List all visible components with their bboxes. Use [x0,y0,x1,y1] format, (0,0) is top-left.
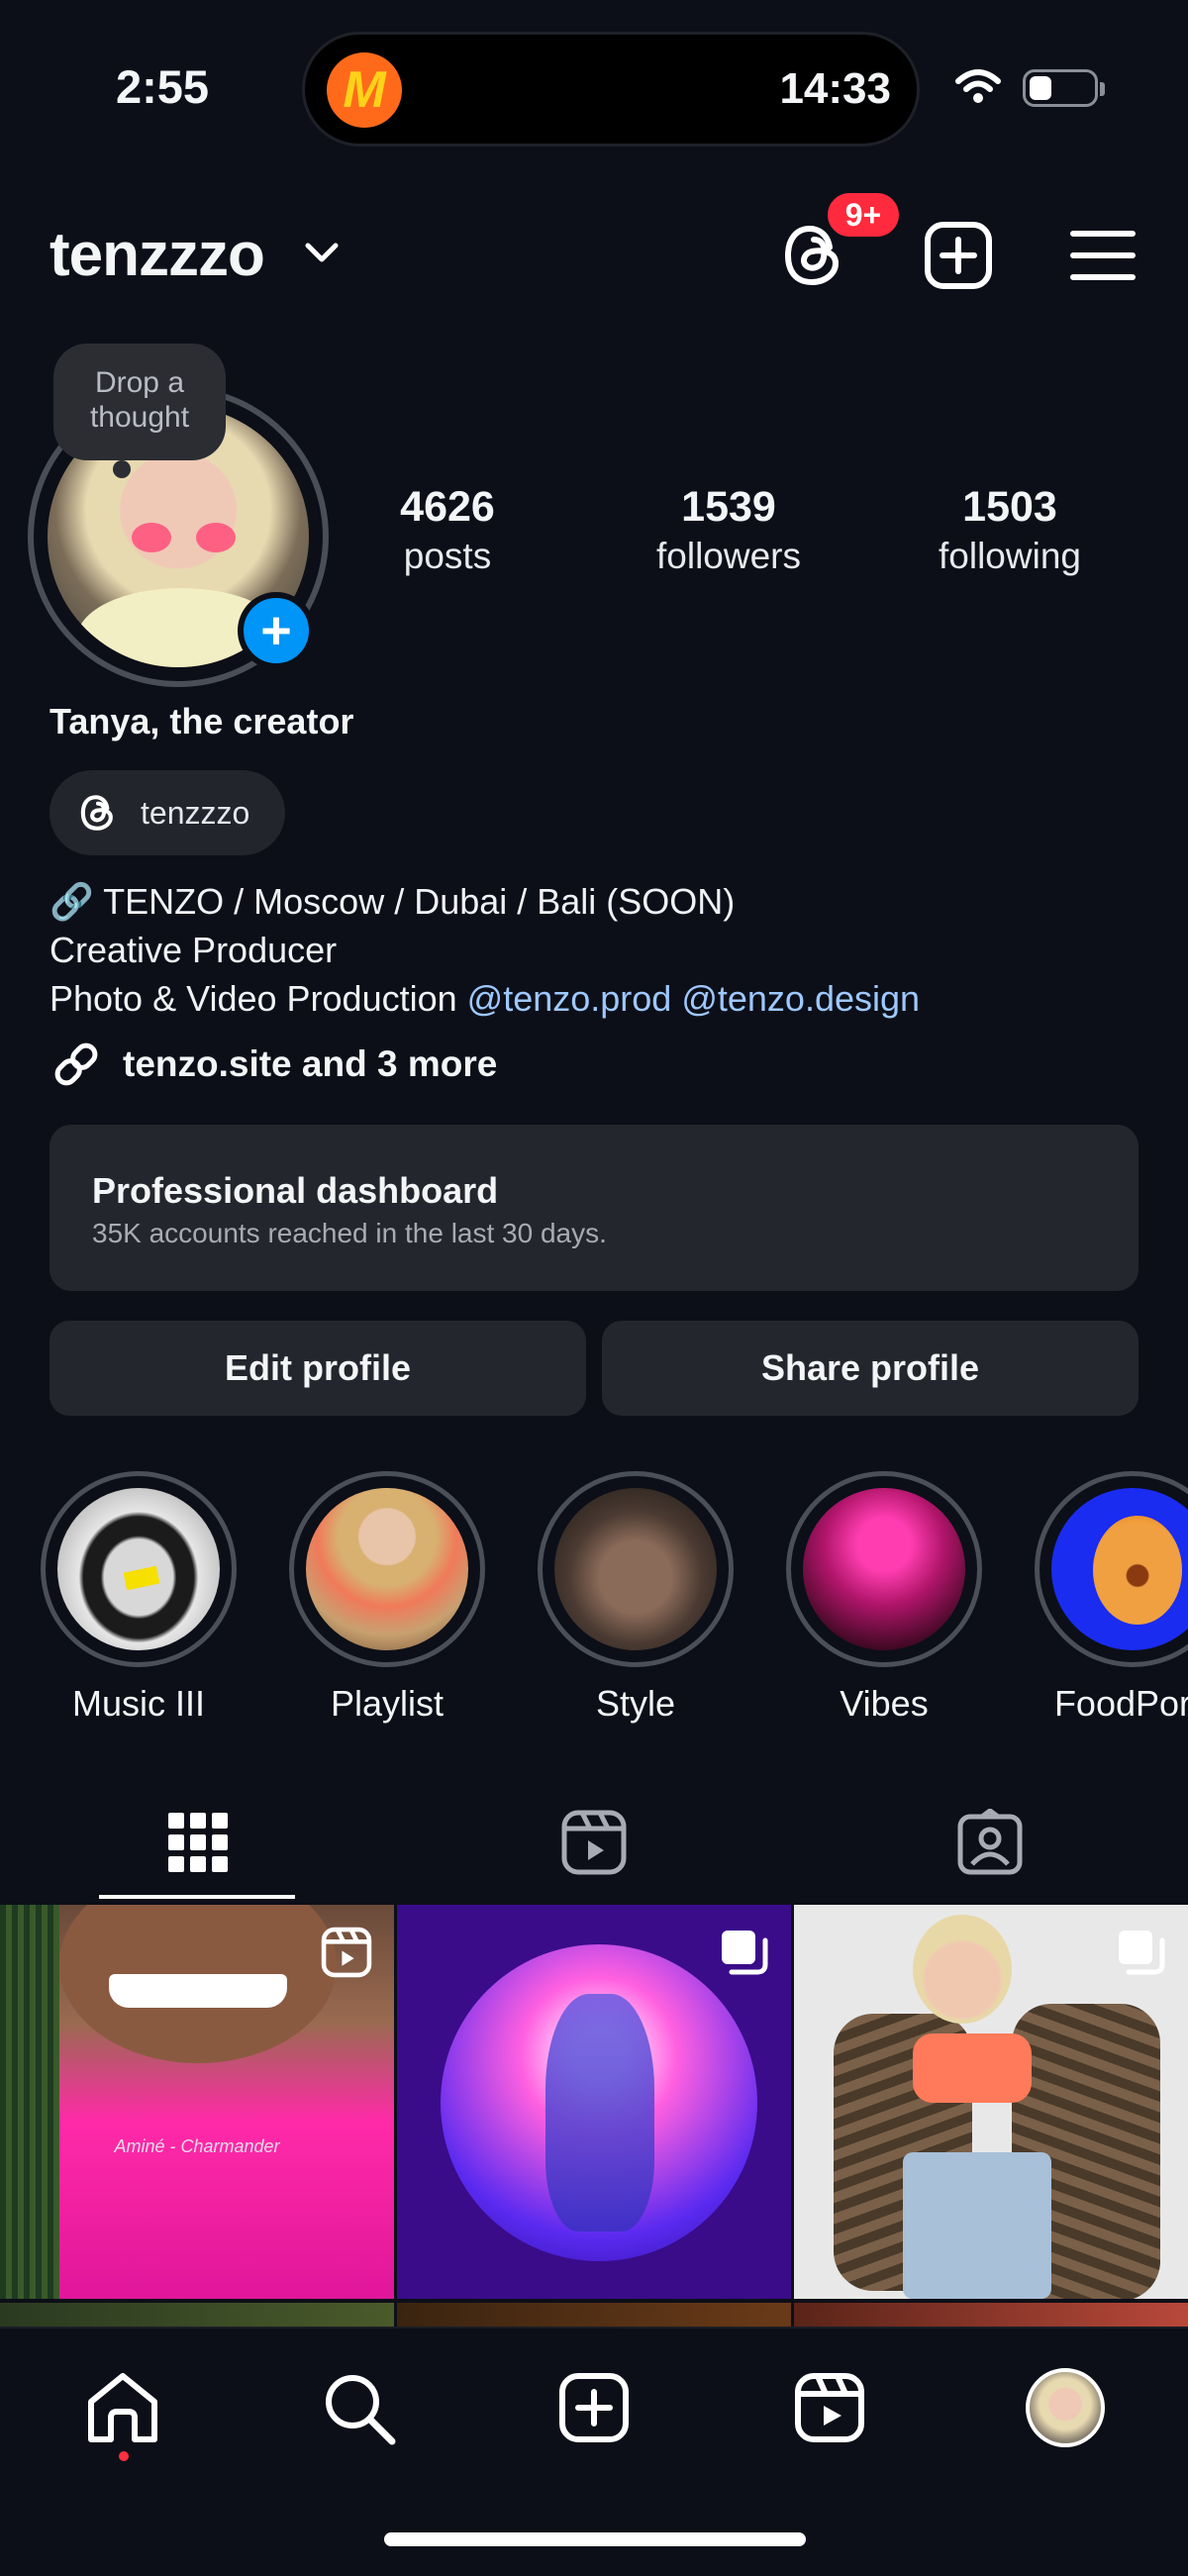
bio: 🔗 TENZO / Moscow / Dubai / Bali (SOON) C… [50,877,920,1023]
activity-dot [119,2451,129,2461]
tab-grid[interactable] [0,1782,396,1903]
carousel-icon [1119,1931,1165,1975]
following-stat[interactable]: 1503 following [911,483,1109,577]
post-tile[interactable] [0,2303,394,2327]
dynamic-island[interactable]: M 14:33 [302,32,920,147]
highlight-foodporn[interactable]: FoodPorn [1035,1471,1188,1725]
bio-line: Creative Producer [50,930,338,970]
dashboard-subtitle: 35K accounts reached in the last 30 days… [92,1218,607,1248]
share-profile-button[interactable]: Share profile [602,1321,1138,1416]
note-bubble[interactable]: Drop a thought [53,344,226,478]
create-icon[interactable] [554,2368,634,2447]
followers-label: followers [656,536,801,576]
grid-icon [168,1813,228,1872]
following-count: 1503 [962,483,1057,531]
island-timer: 14:33 [779,64,891,113]
external-links[interactable]: tenzo.site and 3 more [50,1038,497,1091]
carousel-icon [722,1931,768,1975]
home-icon[interactable] [83,2368,162,2447]
create-icon[interactable] [923,220,994,291]
active-tab-indicator [99,1895,295,1899]
tab-tagged[interactable] [792,1782,1188,1903]
reels-icon [321,1927,372,1978]
username-switcher[interactable]: tenzzzo [50,220,265,290]
highlight-style[interactable]: Style [538,1471,734,1725]
wifi-icon [955,69,1001,103]
posts-stat[interactable]: 4626 posts [358,483,537,577]
highlight-label: Music III [71,1683,205,1724]
posts-label: posts [403,536,492,576]
highlight-label: FoodPorn [1053,1683,1188,1724]
bio-line: 🔗 TENZO / Moscow / Dubai / Bali (SOON) [50,881,736,922]
link-icon [54,1042,98,1086]
highlight-label: Playlist [330,1683,445,1724]
highlight-vibes[interactable]: Vibes [786,1471,982,1725]
highlight-label: Style [595,1683,676,1724]
following-label: following [939,536,1081,576]
posts-count: 4626 [400,483,495,531]
tagged-icon [957,1809,1023,1875]
post-tile[interactable]: Aminé - Charmander [0,1905,394,2299]
post-caption: Aminé - Charmander [114,2136,280,2156]
menu-icon[interactable] [1067,220,1138,291]
chevron-down-icon[interactable] [302,238,342,267]
add-story-button[interactable]: + [238,592,315,669]
highlight-playlist[interactable]: Playlist [289,1471,485,1725]
home-indicator [384,2532,806,2546]
post-tile[interactable] [794,1905,1188,2299]
professional-dashboard[interactable]: Professional dashboard 35K accounts reac… [50,1125,1138,1291]
edit-profile-button[interactable]: Edit profile [50,1321,586,1416]
mention-link[interactable]: @tenzo.prod [467,978,672,1019]
followers-stat[interactable]: 1539 followers [630,483,828,577]
threads-profile-link[interactable]: tenzzzo [50,770,285,855]
reels-icon[interactable] [790,2368,869,2447]
post-tile[interactable] [397,1905,791,2299]
notification-badge: 9+ [825,190,902,240]
threads-handle: tenzzzo [141,794,250,831]
threads-icon [80,795,113,831]
battery-icon [1023,69,1105,107]
display-name: Tanya, the creator [50,701,354,742]
post-tile[interactable] [397,2303,791,2327]
content-tabs [0,1782,1188,1903]
status-time: 2:55 [116,60,210,113]
highlight-label: Vibes [840,1683,929,1724]
mention-link[interactable]: @tenzo.design [681,978,920,1019]
app-logo-icon: M [327,52,402,128]
dashboard-title: Professional dashboard [92,1170,499,1211]
links-label: tenzo.site and 3 more [123,1043,498,1084]
post-tile[interactable] [794,2303,1188,2327]
bio-line: Photo & Video Production [50,978,457,1019]
highlight-music[interactable]: Music III [41,1471,237,1725]
followers-count: 1539 [681,483,776,531]
tab-reels[interactable] [396,1782,792,1903]
profile-avatar[interactable] [1026,2368,1105,2447]
reels-icon [561,1810,627,1875]
search-icon[interactable] [319,2368,398,2447]
